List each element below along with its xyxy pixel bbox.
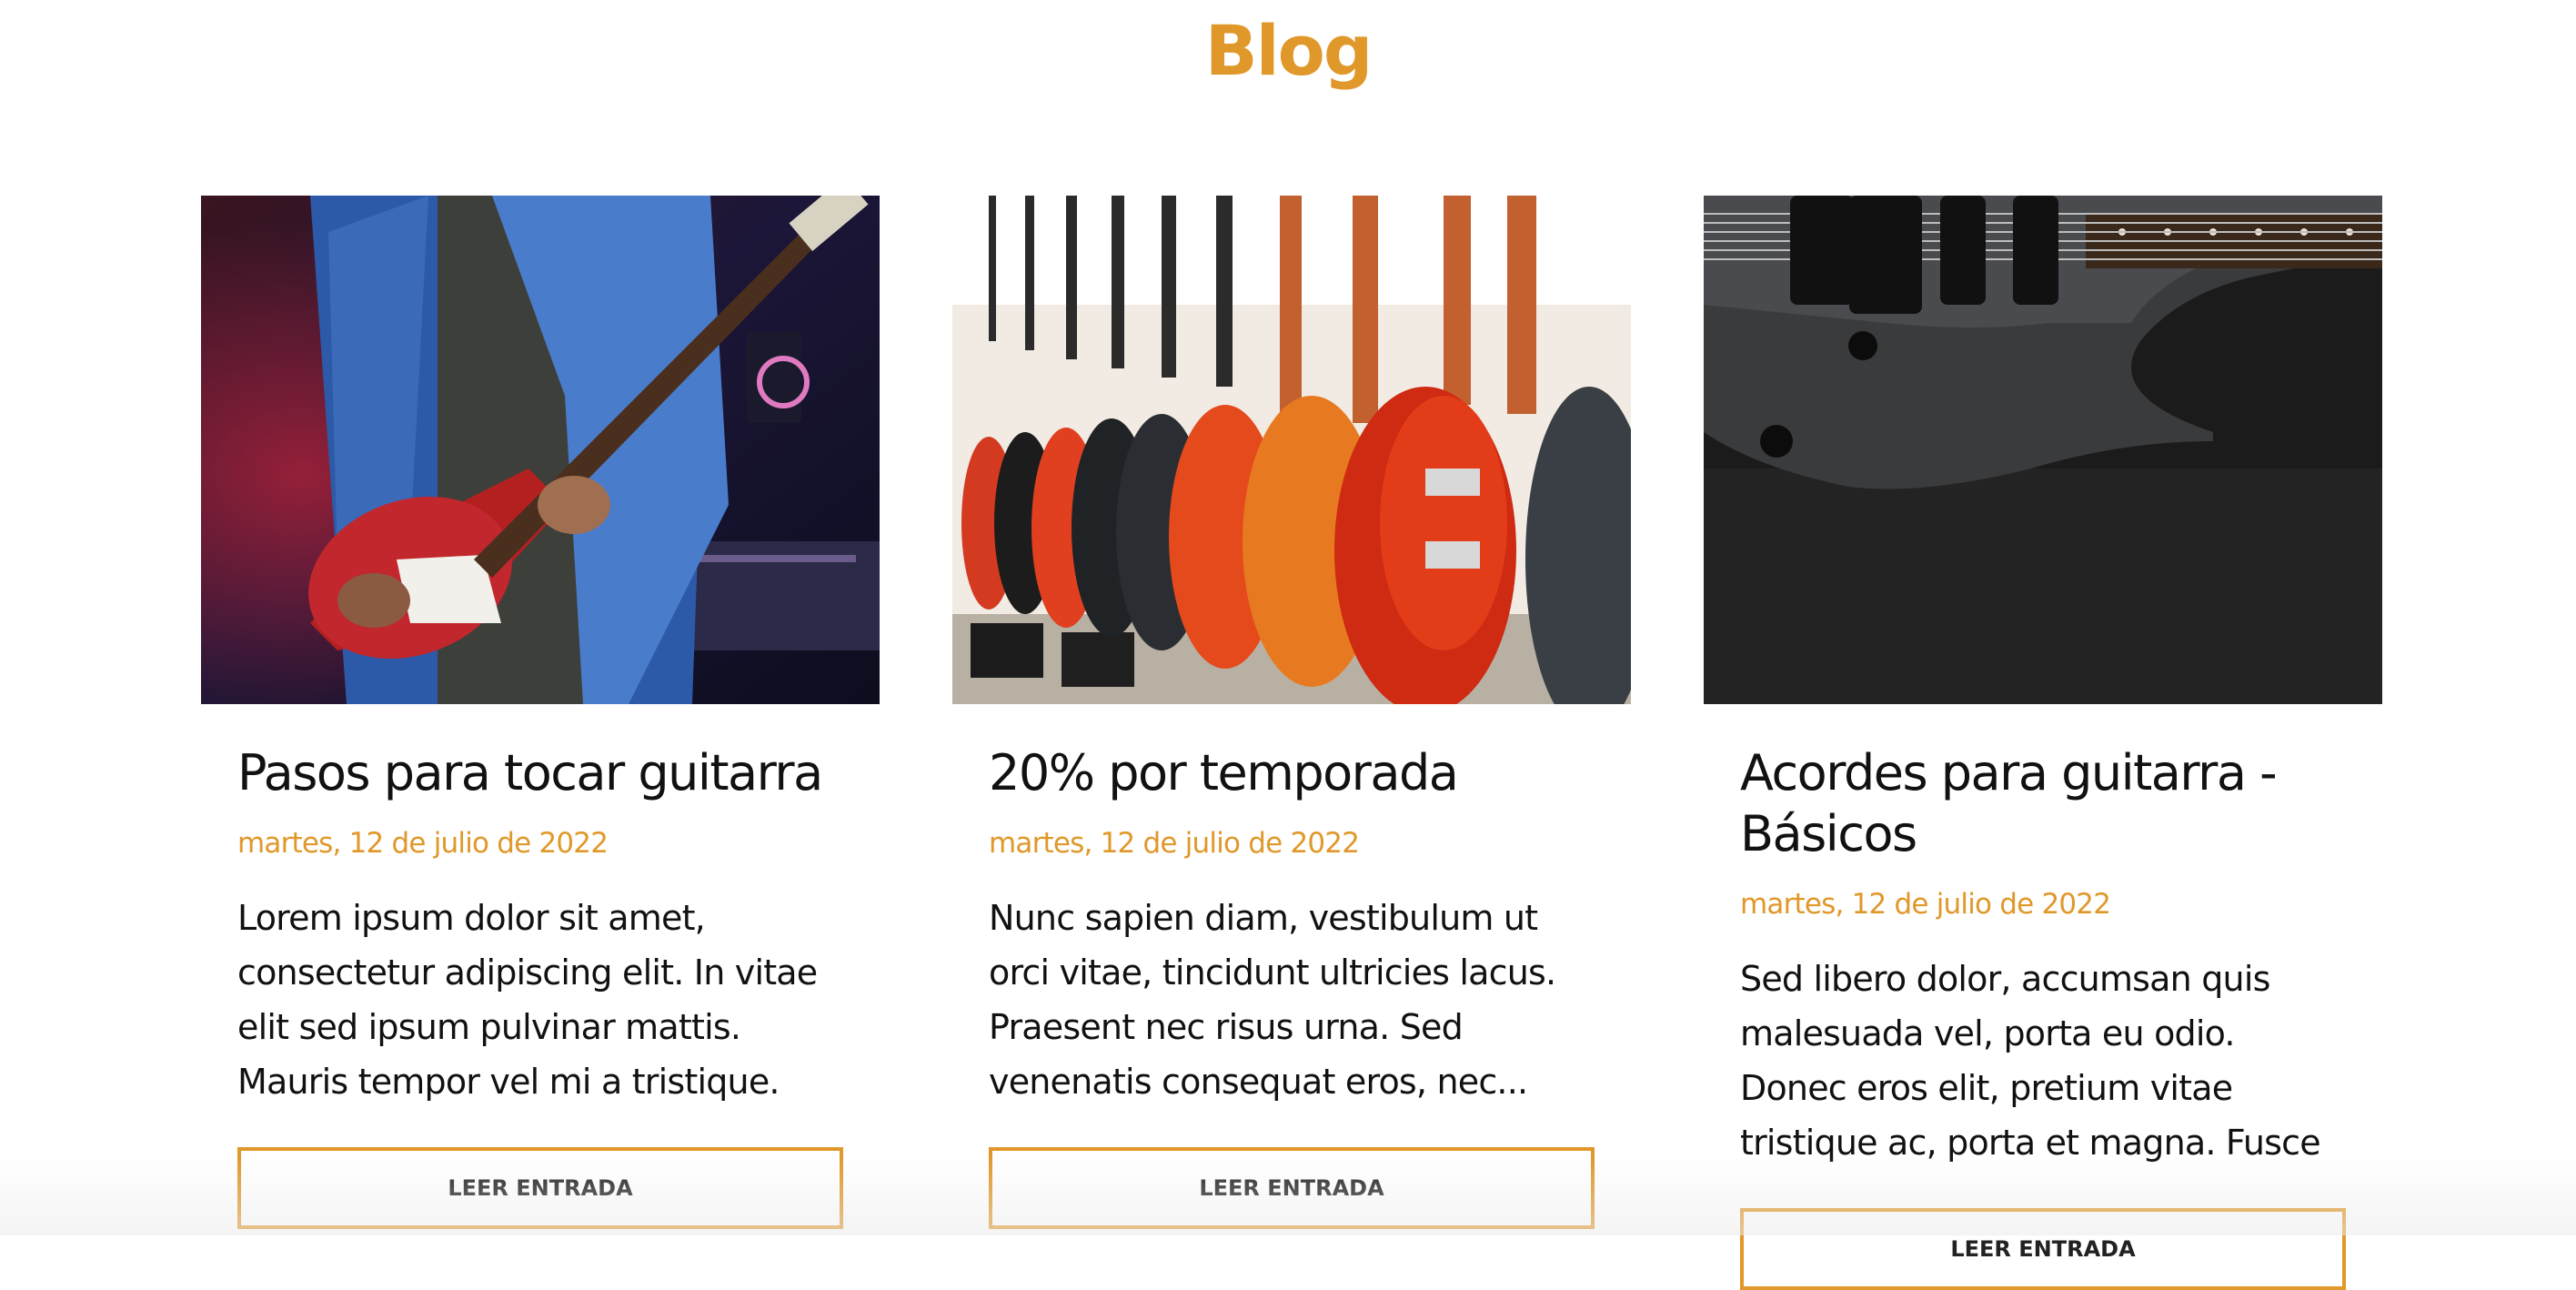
black-guitar-photo xyxy=(1704,196,2382,704)
post-title[interactable]: 20% por temporada xyxy=(989,742,1595,803)
post-image-guitar-store[interactable] xyxy=(952,196,1631,704)
post-image-guitarist[interactable] xyxy=(201,196,880,704)
blog-card: Acordes para guitarra - Básicos martes, … xyxy=(1704,196,2382,1290)
guitar-store-photo xyxy=(952,196,1631,704)
post-date: martes, 12 de julio de 2022 xyxy=(989,827,1360,860)
post-excerpt: Lorem ipsum dolor sit amet, consectetur … xyxy=(237,898,818,1102)
guitarist-photo xyxy=(201,196,880,704)
blog-card: Pasos para tocar guitarra martes, 12 de … xyxy=(201,196,880,1229)
page-title: Blog xyxy=(1204,10,1374,91)
post-title[interactable]: Acordes para guitarra - Básicos xyxy=(1740,742,2346,864)
post-image-black-guitar[interactable] xyxy=(1704,196,2382,704)
read-entry-button[interactable]: LEER ENTRADA xyxy=(237,1147,843,1229)
post-title[interactable]: Pasos para tocar guitarra xyxy=(237,742,843,803)
post-date: martes, 12 de julio de 2022 xyxy=(237,827,609,860)
post-excerpt: Sed libero dolor, accumsan quis malesuad… xyxy=(1740,959,2321,1163)
post-excerpt: Nunc sapien diam, vestibulum ut orci vit… xyxy=(989,898,1556,1102)
post-date: martes, 12 de julio de 2022 xyxy=(1740,888,2111,921)
read-entry-button[interactable]: LEER ENTRADA xyxy=(1740,1208,2346,1290)
read-entry-button[interactable]: LEER ENTRADA xyxy=(989,1147,1595,1229)
blog-card: 20% por temporada martes, 12 de julio de… xyxy=(952,196,1631,1229)
